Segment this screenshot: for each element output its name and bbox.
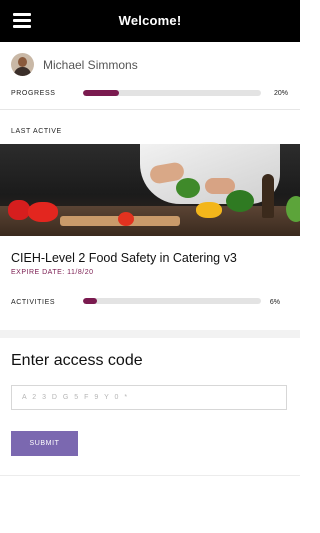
- user-name: Michael Simmons: [43, 58, 138, 72]
- section-divider: [0, 330, 300, 338]
- expire-date: EXPIRE DATE: 11/8/20: [11, 269, 94, 276]
- image-pepper-mill: [262, 174, 274, 218]
- image-herbs: [286, 196, 300, 222]
- bottom-divider: [0, 475, 300, 476]
- avatar-body: [14, 67, 31, 76]
- top-bar: Welcome!: [0, 0, 300, 42]
- image-herbs: [176, 178, 200, 198]
- avatar-head: [18, 57, 27, 67]
- page-title: Welcome!: [118, 13, 182, 28]
- course-title[interactable]: CIEH-Level 2 Food Safety in Catering v3: [11, 251, 237, 265]
- image-pepper: [28, 202, 58, 222]
- image-herbs: [226, 190, 254, 212]
- image-pepper: [196, 202, 222, 218]
- access-code-input[interactable]: [11, 385, 287, 410]
- activities-progress-fill: [83, 298, 98, 304]
- access-code-heading: Enter access code: [11, 352, 143, 369]
- profile-section: Michael Simmons PROGRESS 20%: [0, 42, 300, 110]
- activities-progress-bar: [83, 298, 261, 304]
- activities-percent: 6%: [269, 299, 280, 306]
- course-image[interactable]: [0, 144, 300, 236]
- submit-button[interactable]: SUBMIT: [11, 431, 78, 456]
- progress-bar: [83, 90, 261, 96]
- progress-percent: 20%: [273, 90, 288, 97]
- avatar[interactable]: [11, 53, 34, 76]
- activities-label: ACTIVITIES: [11, 299, 56, 306]
- image-tomato: [118, 212, 134, 226]
- last-active-label: LAST ACTIVE: [11, 128, 62, 135]
- progress-label: PROGRESS: [11, 90, 56, 97]
- image-pepper: [8, 200, 30, 220]
- progress-bar-fill: [83, 90, 119, 96]
